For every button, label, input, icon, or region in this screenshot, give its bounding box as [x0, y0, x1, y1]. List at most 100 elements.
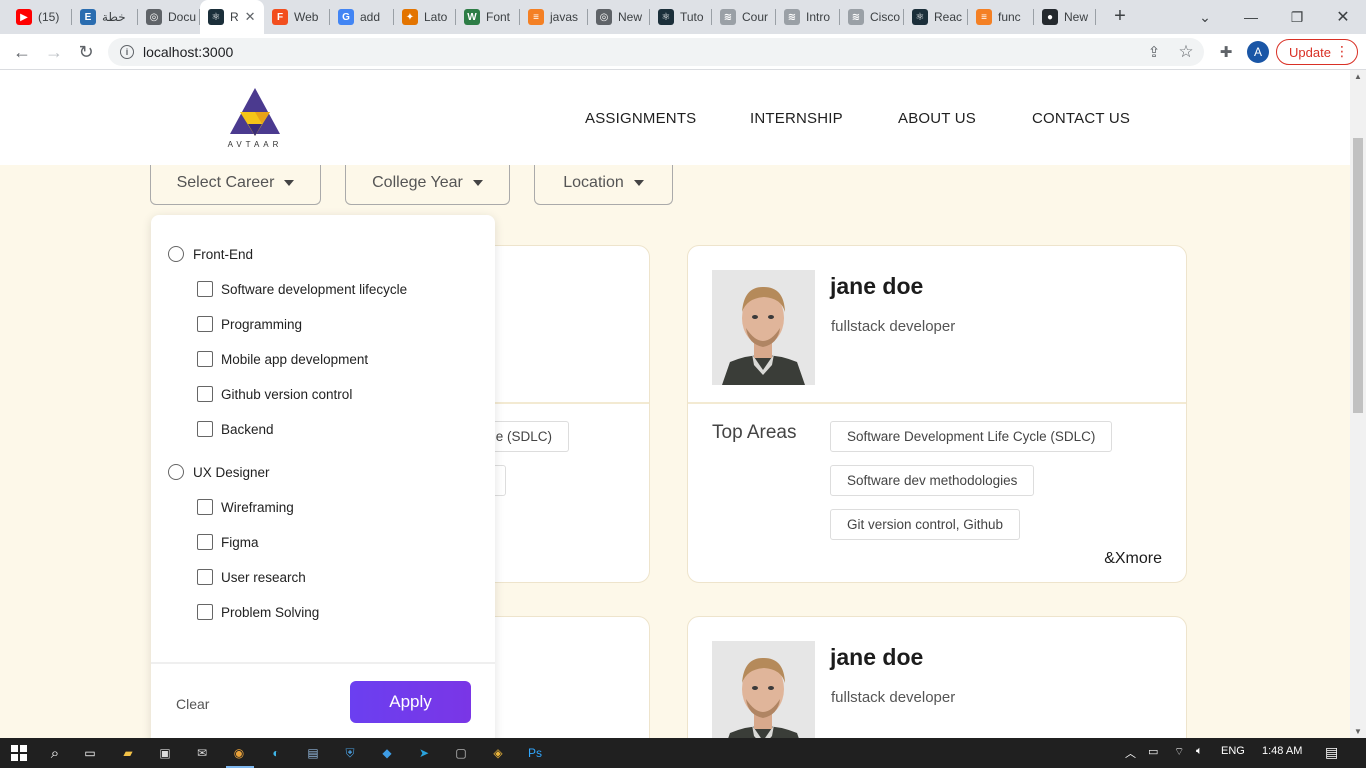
browser-tab-label: Tuto — [680, 10, 704, 24]
bookmark-star-icon[interactable]: ☆ — [1174, 40, 1198, 64]
task-view-icon[interactable]: ▭ — [80, 743, 100, 763]
browser-tab[interactable]: ⚛ Tuto — [650, 0, 712, 34]
restore-icon[interactable]: ❐ — [1274, 0, 1320, 34]
reload-icon[interactable]: ↻ — [74, 40, 98, 64]
update-label: Update — [1289, 44, 1331, 60]
dropdown-divider — [151, 662, 495, 664]
more-link[interactable]: &Xmore — [1104, 550, 1162, 568]
scroll-up-icon[interactable]: ▲ — [1354, 72, 1362, 81]
close-window-icon[interactable]: ✕ — [1320, 0, 1366, 34]
photos-icon[interactable]: ▤ — [303, 743, 323, 763]
terminal-icon[interactable]: ▢ — [451, 743, 471, 763]
file-explorer-icon[interactable]: ▰ — [118, 743, 138, 763]
checkbox-option[interactable]: Programming — [197, 316, 302, 332]
security-shield-icon[interactable]: ⛨ — [340, 743, 360, 763]
vscode-icon[interactable]: ◆ — [377, 743, 397, 763]
checkbox-option[interactable]: Figma — [197, 534, 259, 550]
radio-front-end[interactable]: Front-End — [168, 246, 253, 262]
checkbox-option[interactable]: Backend — [197, 421, 274, 437]
nav-contact-us[interactable]: CONTACT US — [1032, 110, 1130, 127]
browser-tab[interactable]: ◎ Docu — [138, 0, 200, 34]
checkbox-option[interactable]: Problem Solving — [197, 604, 319, 620]
browser-tab[interactable]: ● New — [1034, 0, 1096, 34]
browser-tab[interactable]: E خطة — [72, 0, 138, 34]
tab-search-icon[interactable]: ⌄ — [1182, 0, 1228, 34]
browser-tab[interactable]: ≡ javas — [520, 0, 588, 34]
apply-button[interactable]: Apply — [350, 681, 471, 723]
wifi-icon[interactable]: ⌔ — [1174, 745, 1184, 759]
browser-tab[interactable]: W Font — [456, 0, 520, 34]
browser-tab[interactable]: F Web — [264, 0, 330, 34]
notifications-icon[interactable]: ▤ — [1325, 744, 1338, 761]
browser-tab[interactable]: ◎ New — [588, 0, 650, 34]
address-text: localhost:3000 — [143, 44, 234, 60]
checkbox-option[interactable]: Mobile app development — [197, 351, 368, 367]
checkbox-icon — [197, 316, 213, 332]
search-icon[interactable]: ⌕ — [45, 743, 65, 763]
checkbox-option[interactable]: Software development lifecycle — [197, 281, 407, 297]
profile-name: jane doe — [830, 273, 924, 299]
clock[interactable]: 1:48 AM — [1262, 745, 1302, 757]
browser-tab-label: R — [230, 10, 239, 24]
browser-tab[interactable]: ≡ func — [968, 0, 1034, 34]
windows-start-icon[interactable] — [9, 743, 29, 763]
browser-tab-label: Cour — [742, 10, 769, 24]
option-label: Programming — [221, 316, 303, 332]
nav-internship[interactable]: INTERNSHIP — [750, 110, 843, 127]
cisco-icon: ≋ — [848, 9, 864, 25]
extensions-icon[interactable]: ✚ — [1214, 40, 1238, 64]
scrollbar-thumb[interactable] — [1353, 138, 1363, 413]
edge-icon[interactable]: ◐ — [266, 743, 286, 763]
battery-icon[interactable]: ▭ — [1148, 745, 1158, 758]
radio-ux-designer[interactable]: UX Designer — [168, 464, 270, 480]
profile-avatar[interactable]: A — [1247, 41, 1269, 63]
option-label: Github version control — [221, 386, 353, 402]
browser-tab[interactable]: ⚛ R ✕ — [200, 0, 264, 34]
page-scrollbar[interactable]: ▲ ▼ — [1350, 70, 1366, 738]
forward-icon[interactable]: → — [42, 40, 66, 64]
volume-icon[interactable]: 🔈︎ — [1196, 745, 1203, 758]
site-info-icon[interactable]: i — [120, 45, 134, 59]
tray-overflow-icon[interactable]: ︿ — [1125, 745, 1136, 761]
checkbox-option[interactable]: Github version control — [197, 386, 352, 402]
browser-tab[interactable]: ≋ Intro — [776, 0, 840, 34]
browser-tab[interactable]: ▶ (15) — [8, 0, 72, 34]
browser-tab[interactable]: Gadd — [330, 0, 394, 34]
update-button[interactable]: Update ⋮ — [1276, 39, 1358, 65]
address-bar[interactable]: i localhost:3000 — [108, 38, 1204, 66]
cisco-icon: ≋ — [784, 9, 800, 25]
topic-chip[interactable]: Software Development Life Cycle (SDLC) — [830, 421, 1113, 452]
store-icon[interactable]: ▣ — [155, 743, 175, 763]
back-icon[interactable]: ← — [10, 40, 34, 64]
nav-about-us[interactable]: ABOUT US — [898, 110, 976, 127]
checkbox-option[interactable]: User research — [197, 569, 306, 585]
close-tab-icon[interactable]: ✕ — [245, 9, 256, 25]
topic-chip[interactable]: Software dev methodologies — [830, 465, 1035, 496]
new-tab-button[interactable]: + — [1108, 5, 1132, 29]
select-career-dropdown[interactable]: Select Career — [150, 162, 321, 205]
select-career-label: Select Career — [176, 174, 275, 191]
browser-tab[interactable]: ≋ Cour — [712, 0, 776, 34]
photoshop-icon[interactable]: Ps — [525, 743, 545, 763]
mail-icon[interactable]: ✉ — [192, 743, 212, 763]
browser-tab[interactable]: ✦ Lato — [394, 0, 456, 34]
option-label: Problem Solving — [221, 604, 320, 620]
git-icon[interactable]: ◈ — [488, 743, 508, 763]
clear-button[interactable]: Clear — [176, 696, 209, 712]
minimize-icon[interactable]: — — [1228, 0, 1274, 34]
card-divider — [688, 402, 1186, 404]
share-icon[interactable]: ⇪ — [1142, 40, 1166, 64]
topic-chip[interactable]: Git version control, Github — [830, 509, 1021, 540]
nav-assignments[interactable]: ASSIGNMENTS — [585, 110, 696, 127]
college-year-dropdown[interactable]: College Year — [345, 162, 510, 205]
telegram-icon[interactable]: ➤ — [414, 743, 434, 763]
location-dropdown[interactable]: Location — [534, 162, 673, 205]
browser-tab[interactable]: ≋ Cisco — [840, 0, 904, 34]
chrome-icon[interactable]: ◉ — [229, 743, 249, 763]
scroll-down-icon[interactable]: ▼ — [1354, 727, 1362, 736]
browser-tab-label: add — [360, 10, 381, 24]
topic-chip[interactable]: cle (SDLC) — [486, 421, 570, 452]
browser-tab[interactable]: ⚛ Reac — [904, 0, 968, 34]
language-indicator[interactable]: ENG — [1221, 745, 1245, 757]
checkbox-option[interactable]: Wireframing — [197, 499, 294, 515]
